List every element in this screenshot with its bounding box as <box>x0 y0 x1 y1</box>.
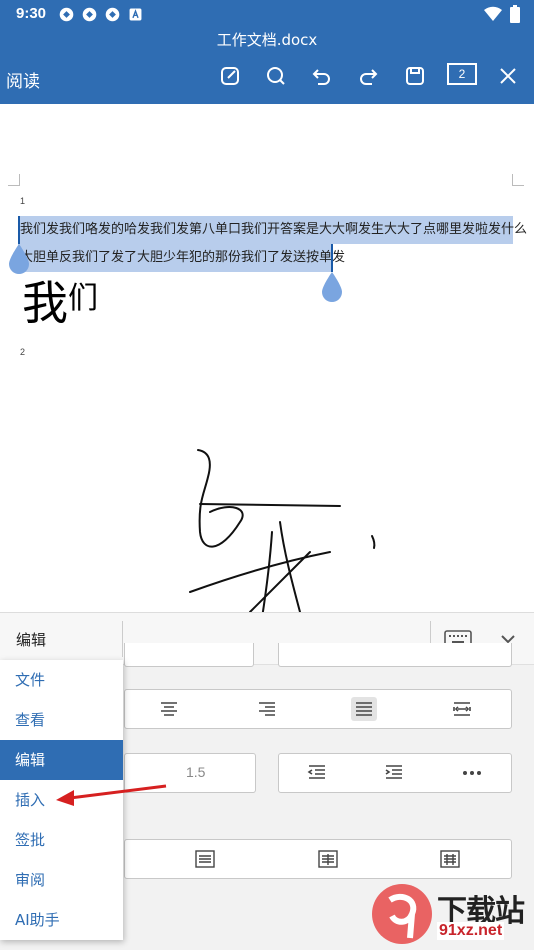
status-time: 9:30 <box>16 5 47 22</box>
system-indicators <box>484 5 520 23</box>
format-option-box[interactable] <box>278 643 512 667</box>
align-justify-icon[interactable] <box>351 697 377 721</box>
table-style-icon[interactable] <box>315 847 341 871</box>
undo-icon[interactable] <box>306 60 338 92</box>
paragraph-number: 1 <box>20 196 26 206</box>
selection-start-handle[interactable] <box>8 244 30 274</box>
app-notification-icon <box>82 7 97 22</box>
document-title: 工作文档.docx <box>216 31 318 49</box>
align-right-icon[interactable] <box>254 697 280 721</box>
close-icon[interactable] <box>492 60 524 92</box>
line-spacing-value: 1.5 <box>186 764 206 780</box>
status-bar: 9:30 <box>0 0 534 28</box>
a-notification-icon <box>129 8 142 21</box>
handwriting-drawing[interactable] <box>180 442 400 622</box>
large-char-small: 们 <box>68 281 98 316</box>
paragraph-number: 2 <box>20 347 26 357</box>
read-mode-button[interactable]: 阅读 <box>6 67 40 92</box>
status-notification-icons <box>58 6 144 23</box>
page-margin-marker <box>512 174 524 186</box>
selection-end-cursor <box>331 244 333 272</box>
search-icon[interactable] <box>260 60 292 92</box>
page-count-button[interactable]: 2 <box>447 63 477 85</box>
menu-item-file[interactable]: 文件 <box>0 660 123 700</box>
large-text[interactable]: 我们 <box>22 278 98 328</box>
app-notification-icon <box>105 7 120 22</box>
large-char: 我 <box>22 276 68 330</box>
menu-item-review-sign[interactable]: 签批 <box>0 820 123 860</box>
wifi-icon <box>484 6 502 22</box>
table-style-icon[interactable] <box>437 847 463 871</box>
menu-item-review[interactable]: 审阅 <box>0 860 123 900</box>
decrease-indent-icon[interactable] <box>304 761 330 785</box>
menu-item-edit[interactable]: 编辑 <box>0 740 123 780</box>
edit-icon[interactable] <box>214 60 246 92</box>
save-icon[interactable] <box>399 60 431 92</box>
menu-item-view[interactable]: 查看 <box>0 700 123 740</box>
selection-start-cursor <box>18 216 20 244</box>
annotation-arrow-icon <box>56 784 167 806</box>
battery-icon <box>510 5 520 23</box>
watermark-site: 91xz.net <box>437 922 505 940</box>
panel-title[interactable]: 编辑 <box>16 629 46 650</box>
more-icon[interactable] <box>459 761 485 785</box>
app-notification-icon <box>59 7 74 22</box>
increase-indent-icon[interactable] <box>381 761 407 785</box>
page-margin-marker <box>8 174 20 186</box>
table-style-icon[interactable] <box>192 847 218 871</box>
selected-text-line[interactable]: 我们发我们咯发的哈发我们发第八单口我们开答案是大大啊发生大大了点哪里发啦发什么 <box>18 216 527 244</box>
menu-item-ai-assistant[interactable]: AI助手 <box>0 900 123 940</box>
divider <box>122 621 123 657</box>
distribute-icon[interactable] <box>449 697 475 721</box>
format-option-box[interactable] <box>124 643 254 667</box>
app-header: 9:30 工作文档.docx 阅读 2 <box>0 0 534 104</box>
selection-end-handle[interactable] <box>321 272 343 302</box>
align-center-icon[interactable] <box>156 697 182 721</box>
document-canvas[interactable]: 1 我们发我们咯发的哈发我们发第八单口我们开答案是大大啊发生大大了点哪里发啦发什… <box>0 104 534 619</box>
redo-icon[interactable] <box>352 60 384 92</box>
selected-text-line[interactable]: 大胆单反我们了发了大胆少年犯的那份我们了发送按单发 <box>18 244 345 272</box>
